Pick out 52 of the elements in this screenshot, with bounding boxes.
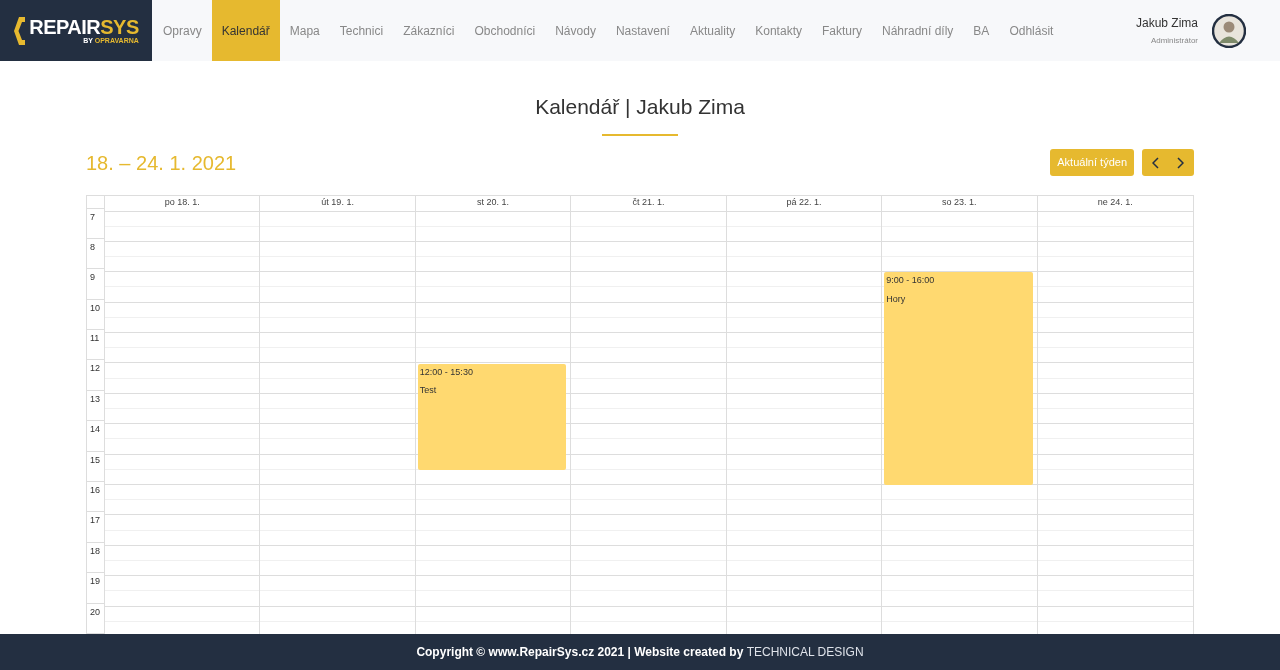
day-header: čt 21. 1. — [571, 195, 726, 212]
nav-tab[interactable]: Opravy — [153, 0, 212, 61]
hour-label: 14 — [90, 423, 100, 437]
day-header: so 23. 1. — [882, 195, 1037, 212]
hour-label: 15 — [90, 453, 100, 467]
nav-tab[interactable]: Náhradní díly — [872, 0, 964, 61]
nav-tab[interactable]: Kalendář — [211, 0, 280, 61]
hour-label: 10 — [90, 301, 100, 315]
hour-label: 17 — [90, 514, 100, 528]
day-header: po 18. 1. — [105, 195, 260, 212]
page-title: Kalendář | Jakub Zima — [534, 94, 746, 120]
nav-tab[interactable]: Zákazníci — [393, 0, 465, 61]
nav-tab[interactable]: Kontakty — [745, 0, 812, 61]
nav-tab[interactable]: Odhlásit — [999, 0, 1064, 61]
nav-tab[interactable]: Mapa — [279, 0, 330, 61]
hour-label: 11 — [90, 332, 100, 346]
hour-label: 7 — [90, 210, 95, 224]
hour-label: 18 — [90, 544, 100, 558]
calendar-event[interactable]: 9:00 - 16:00 Hory — [884, 272, 1033, 486]
current-week-button[interactable]: Aktuální týden — [1050, 149, 1134, 176]
day-header: út 19. 1. — [260, 195, 415, 212]
event-title: Test — [419, 384, 438, 397]
user-role: Administrátor — [1150, 35, 1198, 47]
hour-label: 19 — [90, 575, 100, 589]
event-time: 9:00 - 16:00 — [886, 274, 936, 288]
nav-tab[interactable]: Obchodníci — [464, 0, 546, 61]
day-header: ne 24. 1. — [1037, 195, 1193, 212]
hour-label: 8 — [90, 240, 95, 254]
user-name: Jakub Zima — [1135, 15, 1198, 32]
hour-label: 9 — [90, 271, 95, 285]
day-header: pá 22. 1. — [726, 195, 882, 212]
nav-tab[interactable]: BA — [963, 0, 1000, 61]
next-week-icon[interactable] — [1176, 156, 1184, 169]
nav-tab[interactable]: Faktury — [811, 0, 872, 61]
hour-label: 13 — [90, 392, 100, 406]
week-range: 18. – 24. 1. 2021 — [86, 150, 237, 176]
footer-link[interactable]: TECHNICAL DESIGN — [746, 645, 864, 659]
previous-week-icon[interactable] — [1152, 156, 1160, 169]
hour-label: 20 — [90, 605, 100, 619]
event-time: 12:00 - 15:30 — [419, 365, 474, 379]
logo-wordmark: REPAIRSYS — [29, 17, 139, 37]
calendar-event[interactable]: 12:00 - 15:30 Test — [417, 363, 567, 470]
footer-copyright: Copyright © www.RepairSys.cz 2021 | Website created by TECHNICAL DESIGN — [416, 644, 864, 661]
hour-label: 16 — [90, 484, 100, 498]
nav-tab[interactable]: Nastavení — [605, 0, 680, 61]
nav-tab[interactable]: Návody — [545, 0, 606, 61]
nav-tab[interactable]: Aktuality — [679, 0, 746, 61]
nav-tab[interactable]: Technici — [329, 0, 394, 61]
event-title: Hory — [886, 292, 907, 306]
hour-label: 12 — [90, 362, 100, 376]
avatar-icon[interactable] — [1212, 13, 1246, 48]
day-header: st 20. 1. — [415, 195, 571, 212]
